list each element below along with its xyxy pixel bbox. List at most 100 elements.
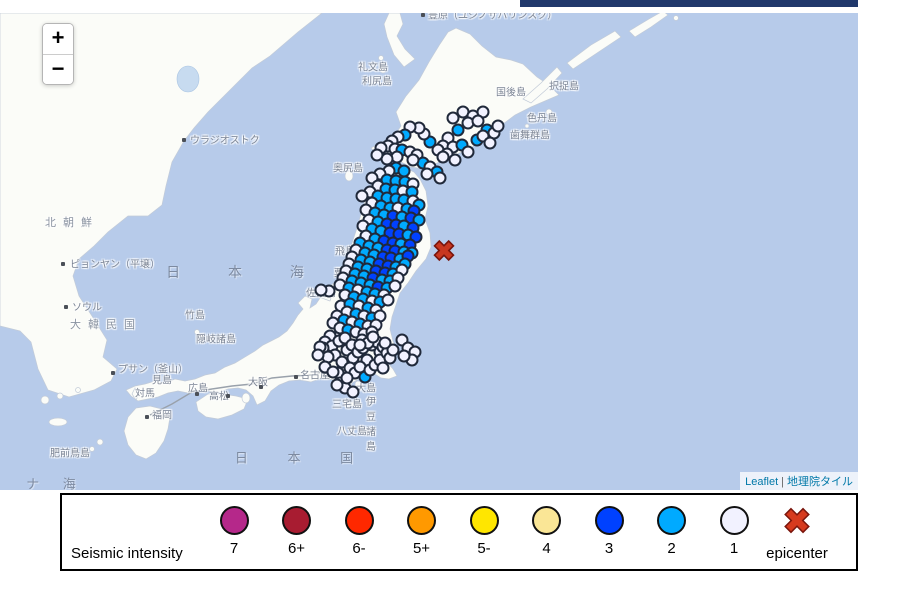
- legend-label: 3: [577, 540, 641, 557]
- sea-label: ナ 海: [26, 474, 86, 491]
- gsi-tiles-link[interactable]: 地理院タイル: [787, 476, 853, 488]
- intensity-1-marker: [437, 151, 450, 164]
- island-goto2: [90, 447, 95, 452]
- place-label: 大韓民国: [70, 316, 142, 332]
- place-label: 大阪: [248, 374, 268, 389]
- map-base-tiles: [0, 13, 858, 490]
- sea-label: 日 本 国: [235, 448, 371, 467]
- page: ウラジオストク豊原（ユジノサハリンスク）北朝鮮ピョンヤン（平壌）ソウル大韓民国プ…: [0, 0, 921, 589]
- place-label: 豊原（ユジノサハリンスク）: [428, 13, 557, 22]
- zoom-control: + −: [42, 23, 74, 85]
- intensity-1-marker: [354, 339, 367, 352]
- island-speck: [674, 16, 679, 21]
- place-label: 奥尻島: [333, 160, 363, 175]
- intensity-1-marker: [371, 149, 384, 162]
- legend-label: 5+: [390, 540, 454, 557]
- intensity-1-marker: [398, 350, 411, 363]
- intensity-1-marker: [407, 154, 420, 167]
- intensity-5+-legend-circle: [407, 506, 436, 535]
- city-dot: [226, 394, 230, 398]
- place-label: 竹島: [185, 307, 205, 322]
- island-west: [49, 418, 67, 426]
- legend-title: Seismic intensity: [71, 545, 183, 562]
- intensity-1-marker: [434, 172, 447, 185]
- place-label: 肥前鳥島: [50, 445, 90, 460]
- place-label: ソウル: [72, 299, 102, 314]
- city-dot: [145, 415, 149, 419]
- place-label: 択捉島: [549, 78, 579, 93]
- city-dot: [61, 262, 65, 266]
- legend-item-intensity-2: 2: [640, 506, 704, 557]
- island-korea-south2: [57, 393, 63, 399]
- place-label: ウラジオストク: [190, 132, 260, 147]
- place-label: 対馬: [135, 385, 155, 400]
- legend-label: epicenter: [757, 545, 837, 562]
- intensity-1-marker: [379, 337, 392, 350]
- intensity-7-legend-circle: [220, 506, 249, 535]
- city-dot: [111, 371, 115, 375]
- map-attribution: Leaflet|地理院タイル: [740, 472, 858, 490]
- legend-item-intensity-3: 3: [577, 506, 641, 557]
- place-label: 国後島: [496, 84, 526, 99]
- legend-item-intensity-6-: 6-: [327, 506, 391, 557]
- leaflet-link[interactable]: Leaflet: [745, 476, 778, 488]
- seismic-intensity-legend: Seismic intensity 76+6-5+5-4321epicenter: [60, 493, 858, 571]
- legend-label: 4: [515, 540, 579, 557]
- intensity-6--legend-circle: [345, 506, 374, 535]
- place-label: 礼文島: [358, 59, 388, 74]
- legend-item-intensity-7: 7: [202, 506, 266, 557]
- city-dot: [421, 13, 425, 17]
- intensity-6+-legend-circle: [282, 506, 311, 535]
- intensity-1-marker: [382, 294, 395, 307]
- place-label: 北朝鮮: [45, 214, 99, 230]
- island-goto: [97, 439, 103, 445]
- intensity-1-marker: [449, 154, 462, 167]
- place-label: 見島: [152, 372, 172, 387]
- zoom-out-button[interactable]: −: [43, 54, 73, 84]
- place-label: 隠岐諸島: [196, 331, 236, 346]
- epicenter-marker: [432, 239, 456, 268]
- zoom-in-button[interactable]: +: [43, 24, 73, 54]
- intensity-4-legend-circle: [532, 506, 561, 535]
- legend-item-epicenter: epicenter: [757, 506, 837, 562]
- legend-label: 6-: [327, 540, 391, 557]
- island-kuril: [629, 13, 668, 37]
- place-label: 三宅島: [332, 396, 362, 411]
- intensity-1-marker: [315, 284, 328, 297]
- intensity-1-marker: [312, 349, 325, 362]
- city-dot: [182, 138, 186, 142]
- intensity-1-marker: [421, 168, 434, 181]
- place-label: ピョンヤン（平壌）: [70, 256, 160, 271]
- intensity-1-marker: [484, 137, 497, 150]
- intensity-1-marker: [389, 280, 402, 293]
- legend-label: 5-: [452, 540, 516, 557]
- attribution-separator: |: [778, 476, 787, 488]
- intensity-5--legend-circle: [470, 506, 499, 535]
- intensity-1-marker: [492, 120, 505, 133]
- intensity-1-marker: [327, 366, 340, 379]
- sea-label: 日 本 海: [166, 262, 326, 282]
- legend-label: 6+: [265, 540, 329, 557]
- intensity-1-marker: [341, 372, 354, 385]
- header-bar: [520, 0, 858, 7]
- island-etorofu: [567, 31, 621, 69]
- intensity-3-legend-circle: [595, 506, 624, 535]
- intensity-2-legend-circle: [657, 506, 686, 535]
- legend-item-intensity-5+: 5+: [390, 506, 454, 557]
- city-dot: [259, 385, 263, 389]
- city-dot: [64, 305, 68, 309]
- legend-label: 2: [640, 540, 704, 557]
- legend-item-intensity-5-: 5-: [452, 506, 516, 557]
- city-dot: [294, 375, 298, 379]
- place-label: 八丈島: [337, 423, 367, 438]
- legend-label: 7: [202, 540, 266, 557]
- place-label: 利尻島: [362, 73, 392, 88]
- place-label: 歯舞群島: [510, 127, 550, 142]
- island-korea-south: [41, 396, 49, 404]
- map-canvas[interactable]: ウラジオストク豊原（ユジノサハリンスク）北朝鮮ピョンヤン（平壌）ソウル大韓民国プ…: [0, 13, 858, 490]
- lake-khanka: [177, 66, 199, 92]
- intensity-1-marker: [462, 146, 475, 159]
- landmass-sakhalin: [384, 13, 415, 67]
- city-dot: [195, 392, 199, 396]
- place-label: 福岡: [152, 407, 172, 422]
